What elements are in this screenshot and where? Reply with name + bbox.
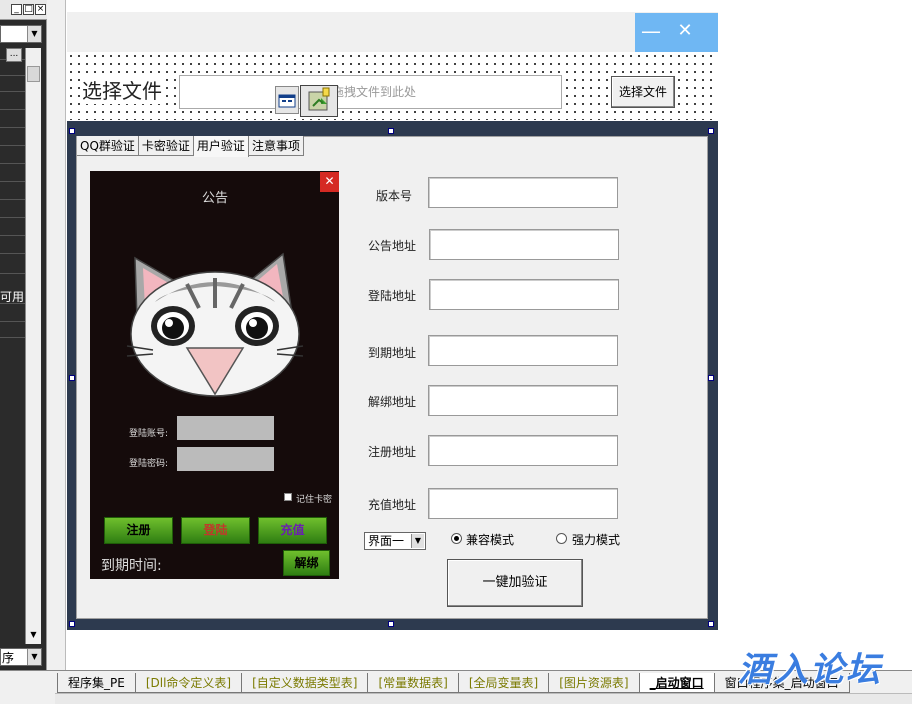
horizontal-scrollbar[interactable]: [55, 693, 912, 704]
announcement-url-label: 公告地址: [367, 239, 416, 253]
unbind-url-input[interactable]: [428, 385, 618, 416]
login-url-label: 登陆地址: [367, 289, 416, 303]
scroll-thumb[interactable]: [27, 66, 40, 82]
resize-handle[interactable]: [708, 128, 714, 134]
chevron-down-icon[interactable]: ▼: [27, 26, 41, 42]
window-controls: — ✕: [635, 13, 718, 52]
resize-handle[interactable]: [708, 375, 714, 381]
force-mode-radio[interactable]: [556, 533, 567, 544]
announcement-title: 公告: [202, 191, 229, 206]
tab-dll-commands[interactable]: [Dll命令定义表]: [134, 673, 243, 693]
one-click-verify-button[interactable]: 一键加验证: [447, 559, 583, 607]
property-grid[interactable]: [0, 47, 25, 641]
close-icon[interactable]: ✕: [320, 172, 339, 192]
chevron-down-icon[interactable]: ▼: [411, 534, 424, 548]
compat-mode-radio[interactable]: [451, 533, 462, 544]
chevron-down-icon[interactable]: ▼: [27, 649, 41, 665]
ellipsis-button[interactable]: ...: [6, 48, 22, 62]
tab-strip: QQ群验证 卡密验证 用户验证 注意事项: [77, 136, 304, 157]
expire-url-label: 到期地址: [367, 346, 416, 360]
remember-label: 记住卡密: [296, 495, 333, 505]
register-url-label: 注册地址: [367, 445, 416, 459]
vertical-scrollbar[interactable]: ▼: [25, 48, 41, 644]
tab-constants[interactable]: [常量数据表]: [367, 673, 459, 693]
account-label: 登陆账号:: [129, 429, 169, 439]
version-input[interactable]: [428, 177, 618, 208]
resize-handle[interactable]: [69, 375, 75, 381]
recharge-url-label: 充值地址: [367, 498, 416, 512]
close-icon[interactable]: ✕: [676, 22, 694, 40]
expire-url-input[interactable]: [428, 335, 618, 366]
resize-handle[interactable]: [69, 128, 75, 134]
minimize-icon[interactable]: —: [641, 21, 661, 41]
forum-watermark-logo: 酒入论坛: [738, 650, 882, 690]
compat-mode-label[interactable]: 兼容模式: [466, 531, 514, 548]
window-titlebar: [67, 12, 718, 52]
tab-start-window[interactable]: _启动窗口: [638, 673, 715, 693]
tab-custom-types[interactable]: [自定义数据类型表]: [241, 673, 369, 693]
recharge-button: 充值: [258, 517, 327, 544]
tab-notes[interactable]: 注意事项: [248, 136, 304, 156]
password-label: 登陆密码:: [129, 459, 169, 469]
object-selector[interactable]: ▼: [0, 25, 42, 43]
sort-label: 序: [2, 651, 15, 665]
register-url-input[interactable]: [428, 435, 618, 466]
login-url-input[interactable]: [429, 279, 619, 310]
announcement-url-input[interactable]: [429, 229, 619, 260]
properties-panel: _ □ × ▼ ... ▼ 可用 序 ▼ 性: [0, 0, 47, 704]
resize-handle[interactable]: [388, 621, 394, 627]
canvas-ruler: [56, 0, 66, 670]
expire-time-label: 到期时间:: [101, 558, 162, 574]
resize-handle[interactable]: [388, 128, 394, 134]
unbind-url-label: 解绑地址: [367, 395, 416, 409]
account-field: [177, 416, 274, 440]
tab-user-verify[interactable]: 用户验证: [193, 136, 249, 157]
recharge-url-input[interactable]: [428, 488, 618, 519]
password-field: [177, 447, 274, 471]
maximize-icon[interactable]: □: [23, 4, 34, 15]
tab-image-resources[interactable]: [图片资源表]: [548, 673, 640, 693]
properties-titlebar: _ □ ×: [0, 0, 47, 20]
resize-handle[interactable]: [69, 621, 75, 627]
ui-style-value: 界面一: [368, 534, 405, 548]
file-dialog-icon[interactable]: [300, 85, 338, 117]
login-button: 登陆: [181, 517, 250, 544]
property-value-usable: 可用: [0, 290, 25, 304]
file-drop-input[interactable]: 拖拽文件到此处: [179, 75, 562, 109]
version-label: 版本号: [375, 189, 412, 203]
ui-style-select[interactable]: 界面一 ▼: [364, 532, 426, 550]
tab-assembly-pe[interactable]: 程序集_PE: [57, 673, 136, 693]
select-file-button[interactable]: 选择文件: [611, 76, 675, 108]
resize-handle[interactable]: [708, 621, 714, 627]
scroll-down-icon[interactable]: ▼: [27, 630, 40, 642]
sort-selector[interactable]: 序 ▼: [0, 648, 42, 666]
minimize-icon[interactable]: _: [11, 4, 22, 15]
tab-qq-group[interactable]: QQ群验证: [77, 136, 139, 156]
tab-globals[interactable]: [全局变量表]: [457, 673, 550, 693]
unbind-button: 解绑: [283, 550, 330, 576]
close-icon[interactable]: ×: [35, 4, 46, 15]
cat-mascot-image: [126, 252, 304, 397]
force-mode-label[interactable]: 强力模式: [572, 531, 620, 548]
register-button: 注册: [104, 517, 173, 544]
tab-card-verify[interactable]: 卡密验证: [138, 136, 194, 156]
remember-checkbox: [284, 493, 292, 501]
code-tabs: 程序集_PE [Dll命令定义表] [自定义数据类型表] [常量数据表] [全局…: [57, 673, 850, 693]
window-control-icon[interactable]: [275, 86, 299, 114]
select-file-label: 选择文件: [82, 75, 162, 104]
